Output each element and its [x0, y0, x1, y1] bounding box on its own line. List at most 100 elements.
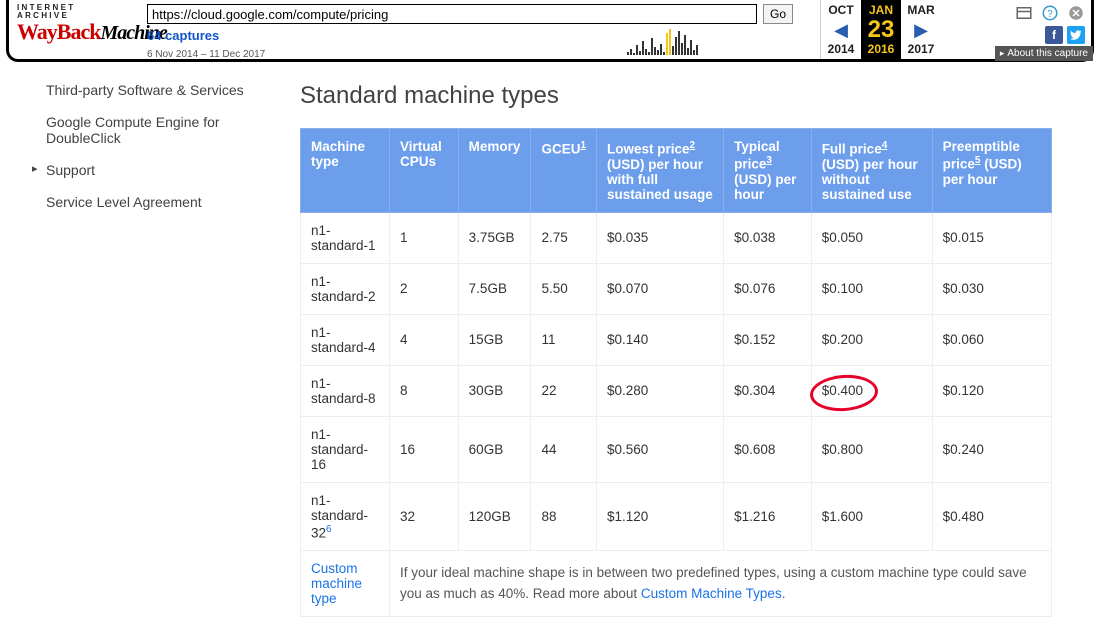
table-row: n1-standard-113.75GB2.75$0.035$0.038$0.0…: [301, 212, 1052, 263]
col-gceu: GCEU1: [531, 129, 597, 213]
cell-mem: 60GB: [458, 416, 531, 482]
cell-machine-type: n1-standard-1: [301, 212, 390, 263]
cell-lowest: $0.070: [597, 263, 724, 314]
custom-machine-link-cell: Custom machine type: [301, 551, 390, 617]
calendar-next[interactable]: MAR ▶ 2017: [901, 0, 941, 59]
footnote-4-link[interactable]: 4: [882, 140, 888, 151]
col-memory: Memory: [458, 129, 531, 213]
cell-vcpus: 8: [389, 365, 458, 416]
captures-sparkline[interactable]: [627, 25, 698, 55]
wayback-go-button[interactable]: Go: [763, 4, 793, 24]
wayback-url-input[interactable]: [147, 4, 757, 24]
cell-mem: 7.5GB: [458, 263, 531, 314]
custom-machine-types-link[interactable]: Custom Machine Types: [641, 586, 782, 601]
captures-range: 6 Nov 2014 – 11 Dec 2017: [147, 49, 265, 60]
cell-preempt: $0.060: [932, 314, 1051, 365]
sidebar-item-sla[interactable]: Service Level Agreement: [46, 186, 270, 218]
cell-lowest: $0.560: [597, 416, 724, 482]
sidebar-item-gce-doubleclick[interactable]: Google Compute Engine for DoubleClick: [46, 106, 270, 154]
cell-preempt: $0.015: [932, 212, 1051, 263]
cell-full: $0.800: [811, 416, 932, 482]
table-row: n1-standard-227.5GB5.50$0.070$0.076$0.10…: [301, 263, 1052, 314]
table-row: n1-standard-4415GB11$0.140$0.152$0.200$0…: [301, 314, 1052, 365]
wayback-calendar: OCT ◀ 2014 JAN 23 2016 MAR ▶ 2017: [820, 0, 941, 59]
cell-machine-type: n1-standard-8: [301, 365, 390, 416]
cell-typical: $0.152: [724, 314, 812, 365]
main-content: Standard machine types Machine type Virt…: [290, 62, 1100, 617]
cell-mem: 3.75GB: [458, 212, 531, 263]
cell-lowest: $0.140: [597, 314, 724, 365]
col-lowest: Lowest price2 (USD) per hour with full s…: [597, 129, 724, 213]
col-typical: Typical price3 (USD) per hour: [724, 129, 812, 213]
custom-machine-note: If your ideal machine shape is in betwee…: [389, 551, 1051, 617]
cell-vcpus: 2: [389, 263, 458, 314]
cell-vcpus: 32: [389, 482, 458, 551]
cell-mem: 15GB: [458, 314, 531, 365]
cell-full: $0.050: [811, 212, 932, 263]
cell-full: $0.200: [811, 314, 932, 365]
cell-full: $0.400: [811, 365, 932, 416]
custom-machine-type-link[interactable]: Custom machine type: [311, 561, 362, 606]
cell-gceu: 44: [531, 416, 597, 482]
twitter-icon[interactable]: [1067, 26, 1085, 44]
cell-lowest: $0.035: [597, 212, 724, 263]
cell-preempt: $0.240: [932, 416, 1051, 482]
cell-mem: 120GB: [458, 482, 531, 551]
about-capture-tooltip[interactable]: About this capture: [995, 46, 1093, 61]
cell-machine-type: n1-standard-16: [301, 416, 390, 482]
prev-arrow-icon[interactable]: ◀: [821, 23, 861, 37]
calendar-prev[interactable]: OCT ◀ 2014: [821, 0, 861, 59]
highlight-circle: $0.400: [822, 383, 863, 398]
svg-text:?: ?: [1047, 9, 1053, 20]
cell-typical: $0.608: [724, 416, 812, 482]
cell-full: $0.100: [811, 263, 932, 314]
cell-gceu: 5.50: [531, 263, 597, 314]
col-vcpus: Virtual CPUs: [389, 129, 458, 213]
captures-link[interactable]: 64 captures: [147, 28, 219, 43]
sidebar-item-third-party[interactable]: Third-party Software & Services: [46, 74, 270, 106]
cell-machine-type: n1-standard-4: [301, 314, 390, 365]
cell-vcpus: 1: [389, 212, 458, 263]
screenshot-icon[interactable]: [1015, 4, 1033, 22]
cell-vcpus: 4: [389, 314, 458, 365]
cell-mem: 30GB: [458, 365, 531, 416]
cell-gceu: 22: [531, 365, 597, 416]
col-full: Full price4 (USD) per hour without susta…: [811, 129, 932, 213]
col-preempt: Preemptible price5 (USD) per hour: [932, 129, 1051, 213]
cell-machine-type: n1-standard-326: [301, 482, 390, 551]
table-row: n1-standard-8830GB22$0.280$0.304 $0.400 $0…: [301, 365, 1052, 416]
sidebar-item-support[interactable]: Support: [46, 154, 270, 186]
footnote-3-link[interactable]: 3: [766, 155, 772, 166]
cell-lowest: $1.120: [597, 482, 724, 551]
wayback-toolbar: INTERNET ARCHIVE WayBackMachine Go 64 ca…: [6, 0, 1094, 62]
help-icon[interactable]: ?: [1041, 4, 1059, 22]
next-arrow-icon[interactable]: ▶: [901, 23, 941, 37]
section-title: Standard machine types: [300, 82, 1052, 110]
wayback-logo[interactable]: INTERNET ARCHIVE WayBackMachine: [9, 0, 137, 59]
cell-typical: $0.304: [724, 365, 812, 416]
internet-archive-label: INTERNET ARCHIVE: [17, 4, 131, 20]
cell-lowest: $0.280: [597, 365, 724, 416]
cell-typical: $0.038: [724, 212, 812, 263]
cell-vcpus: 16: [389, 416, 458, 482]
wayback-word: WayBack: [17, 21, 100, 43]
cell-gceu: 88: [531, 482, 597, 551]
cell-typical: $1.216: [724, 482, 812, 551]
cell-machine-type: n1-standard-2: [301, 263, 390, 314]
cell-gceu: 2.75: [531, 212, 597, 263]
table-row: n1-standard-32632120GB88$1.120$1.216$1.6…: [301, 482, 1052, 551]
facebook-icon[interactable]: f: [1045, 26, 1063, 44]
cell-preempt: $0.480: [932, 482, 1051, 551]
footnote-2-link[interactable]: 2: [690, 140, 696, 151]
calendar-current[interactable]: JAN 23 2016: [861, 0, 901, 59]
cell-gceu: 11: [531, 314, 597, 365]
footnote-1-link[interactable]: 1: [580, 140, 586, 151]
sidebar-nav: Third-party Software & Services Google C…: [0, 62, 290, 617]
cell-typical: $0.076: [724, 263, 812, 314]
cell-preempt: $0.030: [932, 263, 1051, 314]
pricing-table: Machine type Virtual CPUs Memory GCEU1 L…: [300, 128, 1052, 617]
close-icon[interactable]: [1067, 4, 1085, 22]
cell-preempt: $0.120: [932, 365, 1051, 416]
col-machine-type: Machine type: [301, 129, 390, 213]
footnote-6-link[interactable]: 6: [326, 524, 332, 535]
